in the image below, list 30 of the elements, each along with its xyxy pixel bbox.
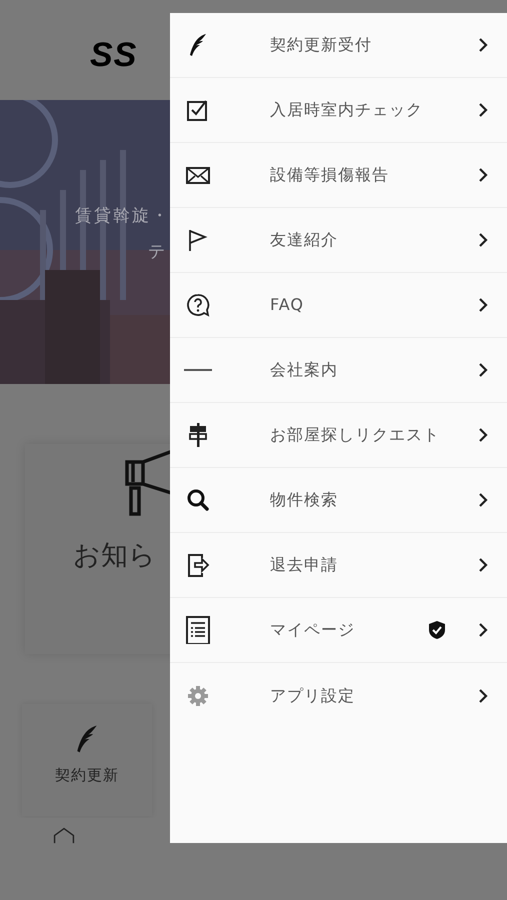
chevron-icon: [477, 688, 489, 702]
banner-text: 賃貸斡旋・: [75, 205, 170, 228]
drawer-item[interactable]: 入居時室内チェック: [170, 78, 507, 143]
chevron-icon: [477, 363, 489, 377]
drawer-item[interactable]: お部屋探しリクエスト: [170, 403, 507, 468]
drawer-item[interactable]: アプリ設定: [170, 663, 507, 728]
card-title: お知ら: [73, 540, 156, 571]
drawer-item[interactable]: 設備等損傷報告: [170, 143, 507, 208]
chevron-icon: [477, 103, 489, 117]
document-icon: [184, 616, 212, 644]
help-icon: [184, 291, 212, 319]
chevron-icon: [477, 623, 489, 637]
drawer-item[interactable]: 会社案内: [170, 338, 507, 403]
menu-tile[interactable]: 契約更新: [22, 704, 152, 816]
drawer-item[interactable]: 物件検索: [170, 468, 507, 533]
chevron-icon: [477, 558, 489, 572]
chevron-icon: [477, 428, 489, 442]
chevron-icon: [477, 233, 489, 247]
drawer-item[interactable]: 友達紹介: [170, 208, 507, 273]
chevron-icon: [477, 298, 489, 312]
drawer-item[interactable]: FAQ: [170, 273, 507, 338]
drawer-item[interactable]: 契約更新受付: [170, 13, 507, 78]
tile-label: 契約更新: [55, 766, 119, 784]
chevron-icon: [477, 168, 489, 182]
chevron-icon: [477, 493, 489, 507]
drawer-item[interactable]: マイページ: [170, 598, 507, 663]
app-logo: SS: [90, 36, 138, 74]
drawer-item[interactable]: 退去申請: [170, 533, 507, 598]
chevron-icon: [477, 38, 489, 52]
banner-text: テ: [148, 241, 167, 264]
